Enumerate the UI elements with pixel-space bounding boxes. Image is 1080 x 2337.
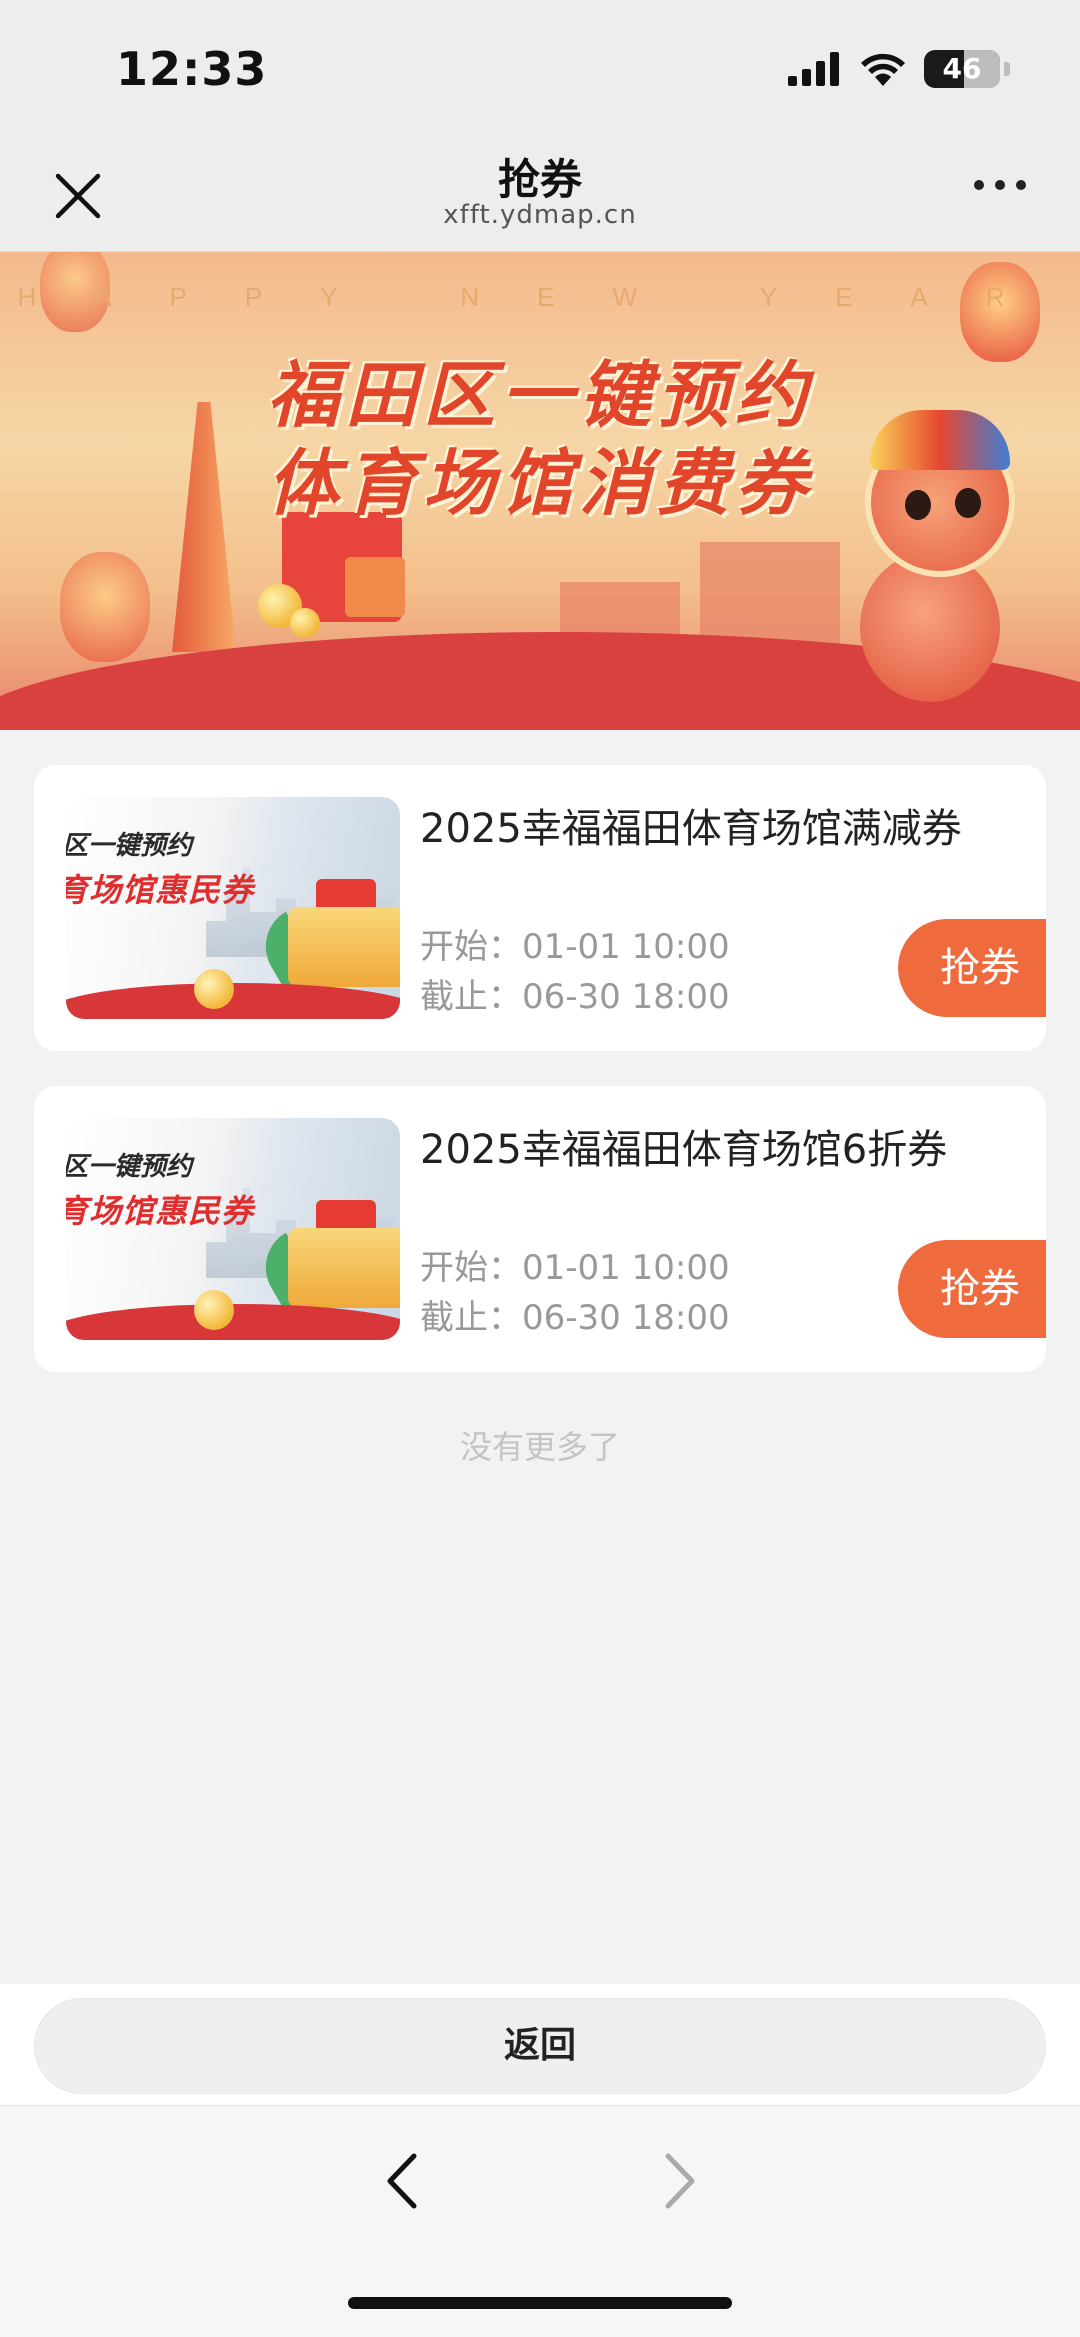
battery-cap xyxy=(1004,62,1010,76)
home-indicator[interactable] xyxy=(348,2297,732,2309)
list-end-text: 没有更多了 xyxy=(459,1428,620,1466)
gift-illustration xyxy=(345,557,405,617)
page-url: xfft.ydmap.cn xyxy=(443,200,637,230)
coupon-end-time: 截止：06-30 18:00 xyxy=(420,977,730,1017)
banner-title-line2: 体育场馆消费券 xyxy=(266,441,813,525)
thumb-text-line2: 育场馆惠民券 xyxy=(66,1192,255,1230)
chevron-right-icon[interactable] xyxy=(654,2146,704,2216)
page-title: 抢券 xyxy=(497,155,582,204)
grab-coupon-button[interactable]: 抢券 xyxy=(898,919,1046,1017)
status-icons: 46 xyxy=(788,50,1010,88)
coin-illustration xyxy=(290,608,320,638)
coupon-thumbnail: 区一键预约 育场馆惠民券 xyxy=(66,1118,400,1340)
signal-icon xyxy=(788,52,839,86)
thumb-text-line1: 区一键预约 xyxy=(66,831,193,861)
coupon-start-time: 开始：01-01 10:00 xyxy=(420,1248,730,1288)
battery-icon: 46 xyxy=(924,50,1000,88)
footer-bar: 返回 xyxy=(0,1984,1080,2106)
thumb-gift xyxy=(288,907,400,987)
thumb-coin xyxy=(194,1290,234,1330)
lantern-decoration xyxy=(60,552,150,662)
thumb-coin xyxy=(194,969,234,1009)
thumb-text-line2: 育场馆惠民券 xyxy=(66,871,255,909)
coupon-card[interactable]: 区一键预约 育场馆惠民券 2025幸福福田体育场馆满减券 开始：01-01 10… xyxy=(34,765,1046,1051)
nav-bar: 抢券 xfft.ydmap.cn xyxy=(0,140,1080,252)
status-bar: 12:33 46 xyxy=(0,0,1080,140)
chevron-left-icon[interactable] xyxy=(378,2146,428,2216)
promo-banner: HAPPY NEW YEAR 福田区一键预约 体育场馆消费券 xyxy=(0,252,1080,730)
coupon-card[interactable]: 区一键预约 育场馆惠民券 2025幸福福田体育场馆6折券 开始：01-01 10… xyxy=(34,1086,1046,1372)
banner-english-text: HAPPY NEW YEAR xyxy=(17,282,1063,312)
thumb-text-line1: 区一键预约 xyxy=(66,1152,193,1182)
battery-level: 46 xyxy=(942,52,982,85)
more-icon[interactable] xyxy=(974,180,1026,190)
coupon-end-time: 截止：06-30 18:00 xyxy=(420,1298,730,1338)
back-button[interactable]: 返回 xyxy=(34,1998,1046,2094)
coupon-start-time: 开始：01-01 10:00 xyxy=(420,927,730,967)
coupon-thumbnail: 区一键预约 育场馆惠民券 xyxy=(66,797,400,1019)
grab-coupon-button[interactable]: 抢券 xyxy=(898,1240,1046,1338)
thumb-gift xyxy=(288,1228,400,1308)
status-time: 12:33 xyxy=(116,42,268,96)
coupon-title: 2025幸福福田体育场馆满减券 xyxy=(420,806,962,852)
coupon-title: 2025幸福福田体育场馆6折券 xyxy=(420,1127,948,1173)
wifi-icon xyxy=(861,53,905,86)
